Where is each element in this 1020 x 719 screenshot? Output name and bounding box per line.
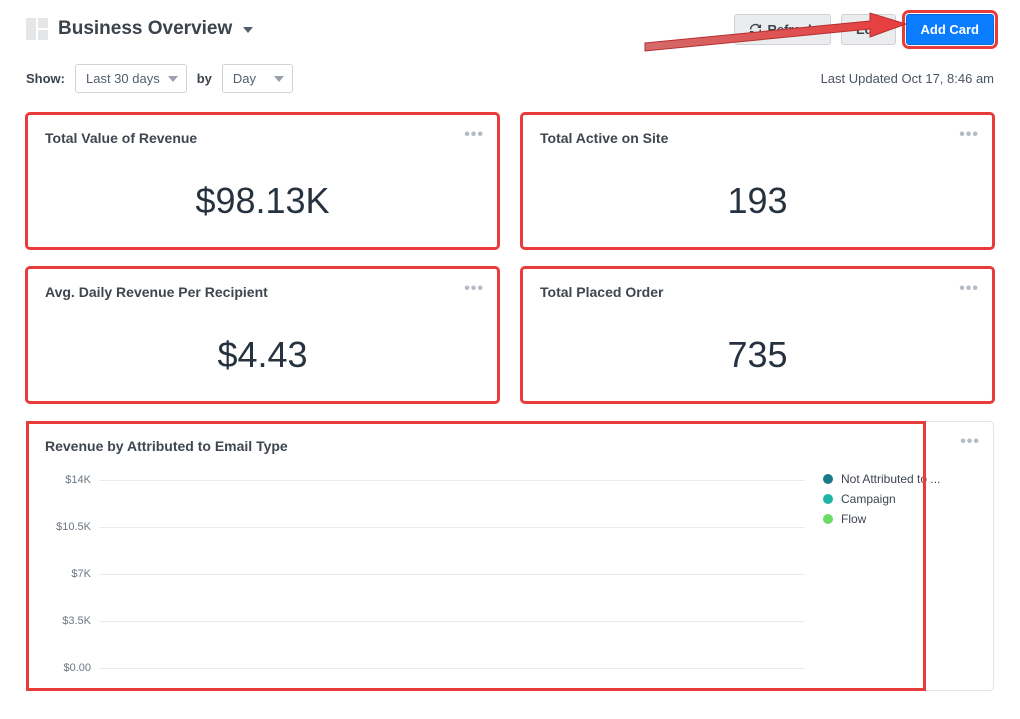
page-title: Business Overview: [58, 18, 232, 39]
card-placed-order: Total Placed Order ••• 735: [521, 267, 994, 403]
grid-line: [99, 527, 805, 528]
filter-row: Show: Last 30 days by Day Last Updated O…: [26, 64, 994, 93]
granularity-select[interactable]: Day: [222, 64, 293, 93]
card-revenue-by-email-type: ••• Revenue by Attributed to Email Type …: [26, 421, 994, 691]
card-menu-button[interactable]: •••: [464, 126, 484, 144]
add-card-button[interactable]: Add Card: [906, 14, 995, 45]
grid-line: [99, 621, 805, 622]
card-menu-button[interactable]: •••: [464, 280, 484, 298]
legend-item-flow[interactable]: Flow: [823, 512, 975, 526]
legend-label: Flow: [841, 512, 866, 526]
granularity-value: Day: [233, 71, 256, 86]
refresh-button[interactable]: Refresh: [734, 14, 831, 45]
grid-line: [99, 574, 805, 575]
refresh-icon: [749, 23, 762, 36]
y-tick-label: $10.5K: [45, 521, 97, 533]
card-value: 735: [540, 334, 975, 376]
caret-down-icon: [243, 27, 253, 33]
card-menu-button[interactable]: •••: [959, 280, 979, 298]
edit-label: Edit: [856, 22, 881, 37]
date-range-select[interactable]: Last 30 days: [75, 64, 187, 93]
legend-item-campaign[interactable]: Campaign: [823, 492, 975, 506]
swatch-icon: [823, 494, 833, 504]
grid-line: [99, 480, 805, 481]
caret-down-icon: [274, 76, 284, 82]
legend-label: Not Attributed to ...: [841, 472, 940, 486]
chart-card-wrap: ••• Revenue by Attributed to Email Type …: [26, 421, 994, 691]
add-card-label: Add Card: [921, 22, 980, 37]
card-value: 193: [540, 180, 975, 222]
card-menu-button[interactable]: •••: [959, 126, 979, 144]
card-menu-button[interactable]: •••: [960, 433, 980, 451]
card-total-revenue: Total Value of Revenue ••• $98.13K: [26, 113, 499, 249]
date-range-value: Last 30 days: [86, 71, 160, 86]
edit-button[interactable]: Edit: [841, 14, 896, 45]
swatch-icon: [823, 514, 833, 524]
show-label: Show:: [26, 71, 65, 86]
chart-plot: $14K $10.5K $7K $3.5K $0.00: [45, 472, 805, 682]
card-title: Total Value of Revenue: [45, 130, 480, 146]
card-title: Avg. Daily Revenue Per Recipient: [45, 284, 480, 300]
x-axis: [99, 668, 805, 682]
legend-label: Campaign: [841, 492, 896, 506]
card-active-on-site: Total Active on Site ••• 193: [521, 113, 994, 249]
page-title-dropdown[interactable]: Business Overview: [58, 18, 253, 40]
card-avg-daily-revenue: Avg. Daily Revenue Per Recipient ••• $4.…: [26, 267, 499, 403]
by-label: by: [197, 71, 212, 86]
y-tick-label: $3.5K: [45, 615, 97, 627]
kpi-cards: Total Value of Revenue ••• $98.13K Total…: [26, 113, 994, 403]
y-tick-label: $0.00: [45, 662, 97, 674]
card-title: Total Active on Site: [540, 130, 975, 146]
grid-line: [99, 668, 805, 669]
y-axis: $14K$10.5K$7K$3.5K$0.00: [45, 472, 97, 668]
last-updated: Last Updated Oct 17, 8:46 am: [821, 71, 994, 86]
y-tick-label: $14K: [45, 474, 97, 486]
card-value: $4.43: [45, 334, 480, 376]
card-title: Revenue by Attributed to Email Type: [45, 438, 975, 454]
refresh-label: Refresh: [768, 22, 816, 37]
header: Business Overview Refresh Edit Add Card: [26, 12, 994, 46]
card-title: Total Placed Order: [540, 284, 975, 300]
caret-down-icon: [168, 76, 178, 82]
chart-legend: Not Attributed to ... Campaign Flow: [805, 472, 975, 682]
y-tick-label: $7K: [45, 568, 97, 580]
legend-item-not-attributed[interactable]: Not Attributed to ...: [823, 472, 975, 486]
card-value: $98.13K: [45, 180, 480, 222]
swatch-icon: [823, 474, 833, 484]
dashboard-grid-icon: [26, 18, 48, 40]
